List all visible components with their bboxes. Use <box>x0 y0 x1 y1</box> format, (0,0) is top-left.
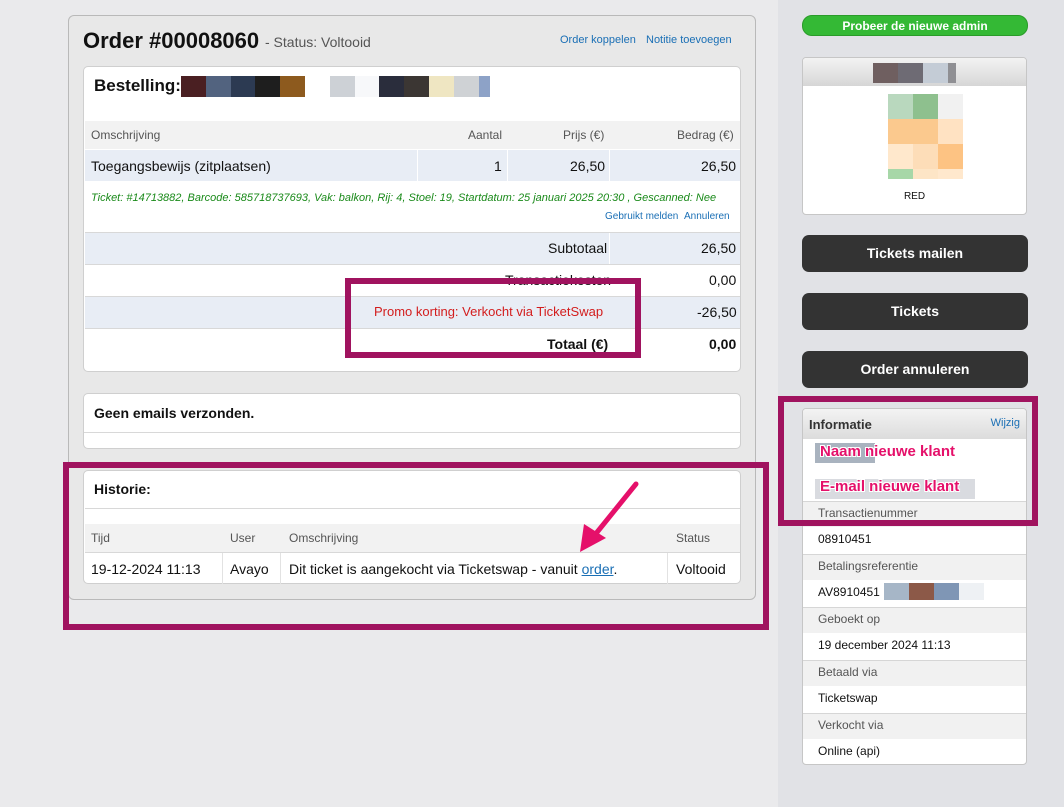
ticket-widget: RED <box>802 57 1027 215</box>
try-new-admin-button[interactable]: Probeer de nieuwe admin <box>802 15 1028 36</box>
redacted-pixel <box>181 76 206 97</box>
redacted-pixel <box>205 76 231 97</box>
col-omschrijving: Omschrijving <box>91 128 161 142</box>
verkocht-via-value: Online (api) <box>818 744 881 758</box>
betaald-via-label: Betaald via <box>803 660 1026 686</box>
redacted-pixel <box>959 583 984 600</box>
order-annuleren-button[interactable]: Order annuleren <box>802 351 1028 388</box>
promo-highlight-box <box>345 278 641 358</box>
redacted-pixel <box>329 76 355 97</box>
subtotaal-value: 26,50 <box>701 240 737 256</box>
redacted-pixel <box>938 169 963 179</box>
order-status: - Status: Voltooid <box>265 34 371 50</box>
redacted-pixel <box>255 76 281 97</box>
promo-value: -26,50 <box>697 304 737 320</box>
redacted-pixel <box>873 63 898 83</box>
redacted-pixel <box>938 94 963 119</box>
item-description: Toegangsbewijs (zitplaatsen) <box>91 158 271 174</box>
item-quantity: 1 <box>494 158 502 174</box>
arrow-annotation-icon <box>580 481 639 552</box>
redacted-pixel <box>305 76 330 97</box>
item-price: 26,50 <box>570 158 606 174</box>
emails-card <box>83 393 741 449</box>
redacted-pixel <box>938 144 963 169</box>
subtotaal-label: Subtotaal <box>548 240 608 256</box>
redacted-pixel <box>453 76 479 97</box>
redacted-pixel <box>913 144 938 169</box>
redacted-pixel <box>354 76 380 97</box>
emails-title: Geen emails verzonden. <box>94 405 255 421</box>
gebruikt-melden-link[interactable]: Gebruikt melden <box>605 211 678 222</box>
order-title: Order #00008060 <box>83 28 260 53</box>
redacted-pixel <box>938 119 963 144</box>
redacted-pixel <box>888 94 913 119</box>
redacted-pixel <box>913 169 938 179</box>
historie-highlight-box <box>63 462 769 630</box>
order-koppelen-link[interactable]: Order koppelen <box>560 34 636 46</box>
geboekt-op-label: Geboekt op <box>803 607 1026 633</box>
betalingsreferentie-label: Betalingsreferentie <box>803 554 1026 580</box>
redacted-pixel <box>230 76 256 97</box>
tickets-button[interactable]: Tickets <box>802 293 1028 330</box>
divider <box>609 150 610 181</box>
redacted-pixel <box>934 583 959 600</box>
bestelling-title: Bestelling: <box>94 76 181 95</box>
redacted-pixel <box>948 63 956 83</box>
redacted-pixel <box>923 63 948 83</box>
betaald-via-value: Ticketswap <box>818 691 878 705</box>
redacted-pixel <box>404 76 430 97</box>
col-bedrag: Bedrag (€) <box>677 128 734 142</box>
widget-label: RED <box>903 191 926 202</box>
divider <box>609 233 610 264</box>
geboekt-op-value: 19 december 2024 11:13 <box>818 638 951 652</box>
redacted-pixel <box>913 119 938 144</box>
redacted-pixel <box>884 583 909 600</box>
notitie-toevoegen-link[interactable]: Notitie toevoegen <box>646 34 732 46</box>
redacted-pixel <box>478 76 490 97</box>
ticket-info: Ticket: #14713882, Barcode: 585718737693… <box>91 192 717 204</box>
annuleren-ticket-link[interactable]: Annuleren <box>684 211 730 222</box>
redacted-pixel <box>913 94 938 119</box>
redacted-pixel <box>379 76 405 97</box>
redacted-pixel <box>898 63 923 83</box>
totaal-value: 0,00 <box>709 336 737 352</box>
tickets-mailen-button[interactable]: Tickets mailen <box>802 235 1028 272</box>
transactienummer-value: 08910451 <box>818 532 872 546</box>
bestelling-table-header <box>85 121 740 149</box>
transactiekosten-value: 0,00 <box>709 272 737 288</box>
informatie-highlight-box <box>778 396 1038 526</box>
item-amount: 26,50 <box>701 158 737 174</box>
col-prijs: Prijs (€) <box>563 128 605 142</box>
redacted-pixel <box>909 583 934 600</box>
redacted-pixel <box>280 76 306 97</box>
subtotal-row <box>85 233 740 264</box>
redacted-pixel <box>429 76 454 97</box>
redacted-pixel <box>888 144 913 169</box>
verkocht-via-label: Verkocht via <box>803 713 1026 739</box>
divider <box>417 150 418 181</box>
betalingsreferentie-value: AV8910451 <box>818 585 880 599</box>
redacted-pixel <box>888 169 913 179</box>
col-aantal: Aantal <box>468 128 503 142</box>
redacted-pixel <box>888 119 913 144</box>
divider <box>507 150 508 181</box>
divider <box>84 432 740 433</box>
